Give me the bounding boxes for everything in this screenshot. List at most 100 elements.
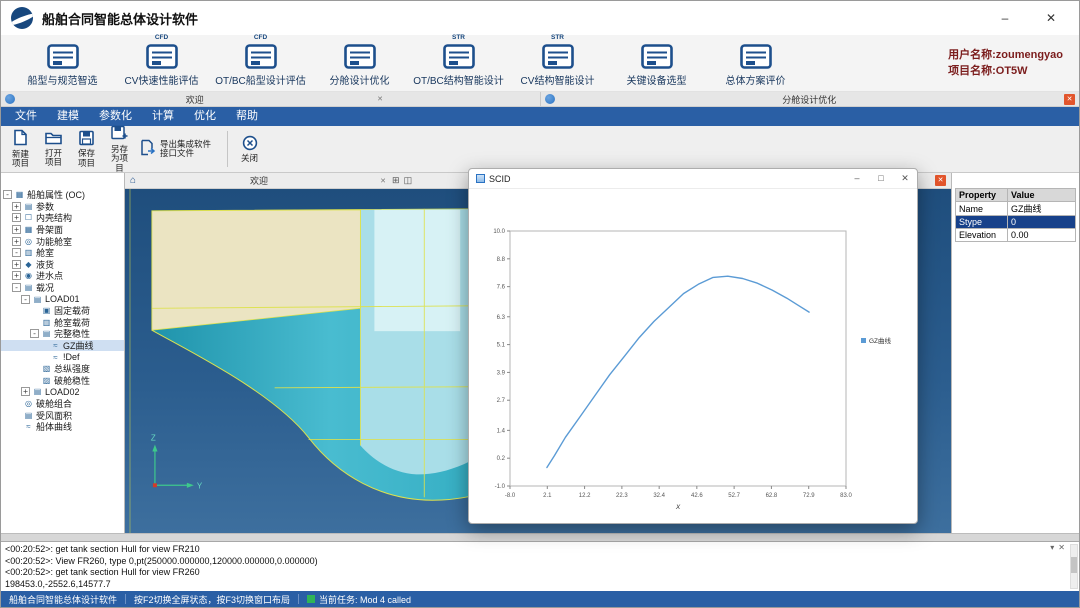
close-button[interactable]: 关闭 [234,128,265,170]
tree-expander-icon[interactable]: + [12,271,21,281]
tree-expander-icon[interactable]: + [12,213,21,223]
tree-expander-icon[interactable]: - [30,329,39,339]
menu-item-优化[interactable]: 优化 [184,107,226,126]
ribbon-item-ship-select[interactable]: 船型与规范智选 [13,36,112,90]
viewport-tab-close-icon[interactable]: ✕ [378,177,388,185]
home-icon[interactable]: ⌂ [130,175,136,186]
property-row[interactable]: Elevation 0.00 [955,228,1076,242]
property-value-cell[interactable]: 0.00 [1007,228,1076,242]
tree-item[interactable]: + ▦ 骨架面 [1,224,124,236]
menu-item-建模[interactable]: 建模 [47,107,89,126]
tree-expander-icon[interactable]: - [3,190,12,200]
horizontal-scrollbar[interactable] [1,533,1079,541]
ribbon-item-cv-speed-eval[interactable]: CFD CV快速性能评估 [112,34,211,90]
scid-titlebar[interactable]: SCID – □ ✕ [469,169,917,189]
tab-welcome-close-icon[interactable]: ✕ [375,94,386,105]
tree-item[interactable]: ≈ 船体曲线 [1,421,124,433]
param-icon: ▤ [24,201,33,211]
minimize-button[interactable]: – [997,11,1013,25]
scid-window-title: SCID [489,173,511,184]
tree-item[interactable]: + ◉ 进水点 [1,270,124,282]
property-value-cell[interactable]: GZ曲线 [1007,201,1076,216]
menu-item-计算[interactable]: 计算 [142,107,184,126]
tree-item[interactable]: + ◆ 液货 [1,259,124,271]
export-interface-button[interactable]: 导出集成软件接口文件 [137,128,221,170]
tree-item[interactable]: + ▤ LOAD02 [1,386,124,398]
tab-welcome-label: 欢迎 [185,94,204,105]
tree-item[interactable]: ▣ 固定载荷 [1,305,124,317]
ribbon-item-otbc-structure[interactable]: STR OT/BC结构智能设计 [409,34,508,90]
ribbon-toolbar: 船型与规范智选 CFD CV快速性能评估 CFD OT/BC船型设计评估 分舱设计优化 ST… [1,34,1079,92]
menu-item-帮助[interactable]: 帮助 [226,107,268,126]
menu-item-文件[interactable]: 文件 [5,107,47,126]
save-as-project-button[interactable]: 另存为项目 [104,125,135,172]
menu-item-参数化[interactable]: 参数化 [89,107,142,126]
property-row[interactable]: Name GZ曲线 [955,201,1076,216]
toolbar-button-label: 打开项目 [44,147,62,168]
scid-minimize-button[interactable]: – [845,169,869,188]
tree-item[interactable]: + ◎ 功能舱室 [1,235,124,247]
property-value-cell[interactable]: 0 [1007,215,1076,229]
tab-subdivision-close-icon[interactable]: ✕ [1064,93,1075,105]
otbc-structure-icon: STR [442,34,475,70]
ribbon-item-label: CV结构智能设计 [520,76,595,87]
tree-item[interactable]: ≈ GZ曲线 [1,339,124,352]
tree-item[interactable]: ▤ 受风面积 [1,409,124,421]
tree-expander-icon[interactable]: + [21,387,30,397]
tree-item[interactable]: ▥ 舱室载荷 [1,317,124,329]
ribbon-item-cv-structure[interactable]: STR CV结构智能设计 [508,34,607,90]
new-project-button[interactable]: 新建项目 [5,128,36,170]
cv-structure-icon: STR [541,34,574,70]
tree-expander-icon[interactable]: - [12,283,21,293]
scid-maximize-button[interactable]: □ [869,169,893,188]
tree-item[interactable]: + ▤ 参数 [1,201,124,213]
log-close-icon[interactable]: ✕ [1058,542,1065,554]
ribbon-item-overall-eval[interactable]: 总体方案评价 [706,36,805,90]
property-row[interactable]: Stype 0 [955,215,1076,229]
tree-expander-icon[interactable]: + [12,225,21,235]
tree-item[interactable]: - ▤ 载况 [1,282,124,294]
tree-item[interactable]: - ▤ 完整稳性 [1,328,124,340]
save-project-button[interactable]: 保存项目 [71,128,102,170]
tree-expander-icon[interactable]: + [12,236,21,246]
equipment-select-icon [640,38,673,70]
viewport-tab-welcome[interactable]: 欢迎 ✕ [140,173,388,188]
tab-subdivision-opt[interactable]: 分舱设计优化 ✕ [541,92,1080,106]
tree-item[interactable]: ▨ 破舱稳性 [1,375,124,387]
open-project-button[interactable]: 打开项目 [38,128,69,170]
tree-item[interactable]: + ☐ 内壳结构 [1,212,124,224]
tab-welcome[interactable]: 欢迎 ✕ [1,92,541,106]
ribbon-item-otbc-hull-eval[interactable]: CFD OT/BC船型设计评估 [211,34,310,90]
tab-subdivision-label: 分舱设计优化 [782,94,837,105]
tree-item[interactable]: - ▤ LOAD01 [1,293,124,305]
toolbar-button-label: 新建项目 [11,148,29,169]
log-collapse-icon[interactable]: ▾ [1050,542,1054,554]
x-tick-label: 32.4 [653,493,665,499]
viewport-panel-close-icon[interactable]: ✕ [935,175,946,186]
cv-speed-eval-badge: CFD [154,34,169,41]
value-column-header: Value [1007,188,1076,202]
ribbon-item-label: 关键设备选型 [626,76,687,87]
ribbon-item-subdivision-opt[interactable]: 分舱设计优化 [310,36,409,90]
property-name-cell: Name [955,201,1008,216]
tree-item[interactable]: - ▥ 舱室 [1,247,124,259]
scid-window[interactable]: SCID – □ ✕ -8.0 2.1 12.2 22.3 32.4 42.6 52.7 62… [468,168,918,524]
tree-expander-icon[interactable]: - [12,248,21,258]
scid-close-button[interactable]: ✕ [893,169,917,188]
tree-item[interactable]: ◎ 破舱组合 [1,398,124,410]
log-scrollbar-thumb[interactable] [1071,557,1077,573]
ribbon-item-equipment-select[interactable]: 关键设备选型 [607,36,706,90]
roomload-icon: ▥ [42,317,51,327]
tree-item[interactable]: ▧ 总纵强度 [1,363,124,375]
close-button[interactable]: ✕ [1043,11,1059,25]
log-scrollbar[interactable] [1070,544,1078,589]
split-view-icon[interactable]: ◫ [404,175,413,186]
tree-expander-icon[interactable]: + [12,201,21,211]
x-tick-label: 42.6 [691,493,703,499]
grid-view-icon[interactable]: ⊞ [392,175,400,186]
tree-item[interactable]: - ▦ 船舶属性 (OC) [1,189,124,201]
tree-expander-icon[interactable]: + [12,259,21,269]
combo-icon: ◎ [25,398,32,408]
tree-item[interactable]: ≈ !Def [1,351,124,363]
tree-expander-icon[interactable]: - [21,294,30,304]
